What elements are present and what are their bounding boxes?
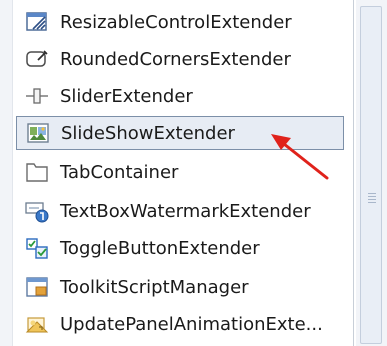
toolbox-item-textbox-watermark-extender[interactable]: TextBoxWatermarkExtender xyxy=(16,194,344,228)
toolbox-item-label: SlideShowExtender xyxy=(61,122,235,144)
vertical-scrollbar[interactable] xyxy=(356,0,387,346)
toolbox-item-toggle-button-extender[interactable]: ToggleButtonExtender xyxy=(16,231,344,265)
toolbox-item-slider-extender[interactable]: SliderExtender xyxy=(16,79,344,113)
toolbox-item-label: UpdatePanelAnimationExte... xyxy=(60,313,323,335)
toolbox-item-label: ToggleButtonExtender xyxy=(60,237,260,259)
textbox-watermark-icon xyxy=(24,198,50,224)
tab-container-icon xyxy=(24,159,50,185)
toolbox-item-label: SliderExtender xyxy=(60,85,193,107)
toolbox-item-resizable-control-extender[interactable]: ResizableControlExtender xyxy=(16,5,344,39)
toolbox-gutter xyxy=(0,0,13,346)
resize-icon xyxy=(24,9,50,35)
toolbox-item-label: RoundedCornersExtender xyxy=(60,48,291,70)
toolbox-item-update-panel-animation-extender[interactable]: UpdatePanelAnimationExte... xyxy=(16,307,344,341)
scrollbar-thumb[interactable] xyxy=(360,6,382,344)
slideshow-icon xyxy=(25,120,51,146)
scrollbar-grip-line xyxy=(368,193,376,194)
toolbox-item-label: TextBoxWatermarkExtender xyxy=(60,200,311,222)
toolbox-panel: ResizableControlExtender RoundedCornersE… xyxy=(0,0,387,346)
script-manager-icon xyxy=(24,274,50,300)
slider-icon xyxy=(24,83,50,109)
annotation-arrow xyxy=(271,134,329,180)
toolbox-item-toolkit-script-manager[interactable]: ToolkitScriptManager xyxy=(16,270,344,304)
toolbox-item-label: ResizableControlExtender xyxy=(60,11,292,33)
toolbox-item-label: ToolkitScriptManager xyxy=(60,276,249,298)
rounded-corners-icon xyxy=(24,46,50,72)
scrollbar-grip-line xyxy=(368,196,376,197)
toolbox-item-rounded-corners-extender[interactable]: RoundedCornersExtender xyxy=(16,42,344,76)
scrollbar-grip-line xyxy=(368,202,376,203)
update-panel-animation-icon xyxy=(24,311,50,337)
toolbox-item-label: TabContainer xyxy=(60,161,179,183)
scrollbar-grip-line xyxy=(368,199,376,200)
toggle-button-icon xyxy=(24,235,50,261)
